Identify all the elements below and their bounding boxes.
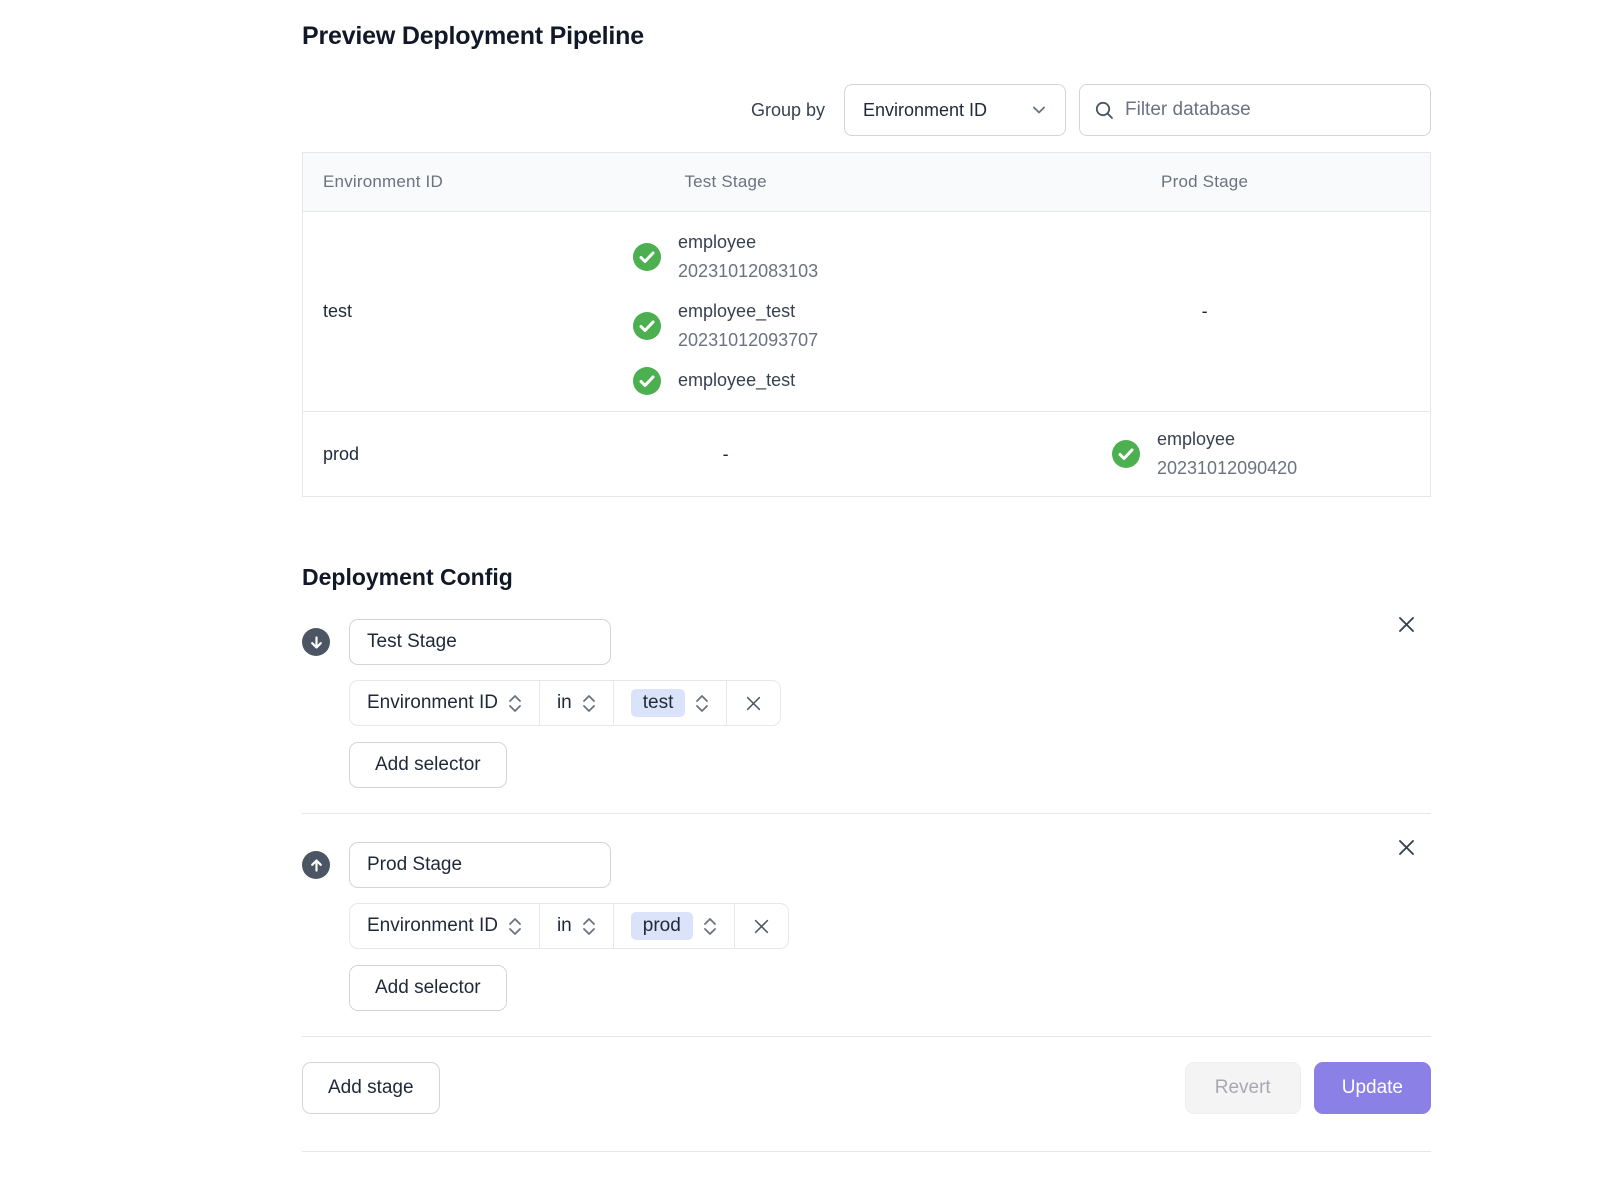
task-item[interactable]: employee_test bbox=[633, 366, 818, 395]
page-title: Preview Deployment Pipeline bbox=[302, 22, 1431, 51]
task-database-name: employee_test bbox=[678, 366, 795, 395]
selector-key-select[interactable]: Environment ID bbox=[350, 904, 539, 948]
selector-value-chip: test bbox=[631, 689, 686, 717]
task-item[interactable]: employee_test 20231012093707 bbox=[633, 297, 818, 355]
selector-value-select[interactable]: prod bbox=[613, 904, 734, 948]
test-stage-task-list: employee 20231012083103 employee_test 20… bbox=[633, 228, 818, 395]
search-icon bbox=[1094, 100, 1115, 121]
task-done-icon bbox=[1112, 440, 1140, 468]
section-title-deployment-config: Deployment Config bbox=[302, 564, 1431, 591]
label-selector: Environment ID in prod bbox=[349, 903, 789, 949]
close-icon bbox=[744, 694, 763, 713]
chevron-down-icon bbox=[1031, 102, 1047, 118]
close-icon bbox=[1396, 614, 1417, 635]
select-updown-icon bbox=[508, 695, 522, 712]
close-icon bbox=[752, 917, 771, 936]
filter-database-input[interactable] bbox=[1125, 99, 1416, 121]
task-done-icon bbox=[633, 312, 661, 340]
environment-name: prod bbox=[323, 444, 359, 465]
bottom-divider bbox=[302, 1151, 1431, 1152]
empty-cell-dash: - bbox=[723, 444, 729, 465]
main-content: Preview Deployment Pipeline Group by Env… bbox=[0, 0, 1600, 1152]
selector-operator-select[interactable]: in bbox=[539, 681, 613, 725]
revert-button[interactable]: Revert bbox=[1185, 1062, 1301, 1114]
pipeline-toolbar: Group by Environment ID bbox=[302, 84, 1431, 136]
arrow-down-circle-icon bbox=[302, 628, 330, 656]
group-by-label: Group by bbox=[751, 100, 825, 121]
select-updown-icon bbox=[582, 918, 596, 935]
stage-divider bbox=[302, 1036, 1431, 1037]
select-updown-icon bbox=[582, 695, 596, 712]
add-stage-button[interactable]: Add stage bbox=[302, 1062, 440, 1114]
column-header-test-stage: Test Stage bbox=[472, 153, 979, 211]
stage-name-input[interactable] bbox=[349, 619, 611, 665]
environment-name: test bbox=[323, 301, 352, 322]
add-selector-button[interactable]: Add selector bbox=[349, 742, 507, 788]
group-by-dropdown[interactable]: Environment ID bbox=[844, 84, 1066, 136]
update-button[interactable]: Update bbox=[1314, 1062, 1431, 1114]
pipeline-table-header: Environment ID Test Stage Prod Stage bbox=[303, 153, 1430, 212]
remove-stage-button[interactable] bbox=[1393, 834, 1419, 860]
task-done-icon bbox=[633, 367, 661, 395]
stage-config-prod: Environment ID in prod Add bbox=[302, 842, 1431, 1037]
column-header-environment: Environment ID bbox=[303, 153, 472, 211]
selector-value-chip: prod bbox=[631, 912, 693, 940]
task-item[interactable]: employee 20231012090420 bbox=[1112, 425, 1297, 483]
task-database-name: employee_test bbox=[678, 297, 818, 326]
table-row-test: test employee 20231012083103 employee bbox=[303, 212, 1430, 412]
task-version: 20231012090420 bbox=[1157, 454, 1297, 483]
close-icon bbox=[1396, 837, 1417, 858]
task-done-icon bbox=[633, 243, 661, 271]
task-version: 20231012083103 bbox=[678, 257, 818, 286]
select-updown-icon bbox=[703, 918, 717, 935]
label-selector: Environment ID in test bbox=[349, 680, 781, 726]
remove-stage-button[interactable] bbox=[1393, 611, 1419, 637]
selector-value-select[interactable]: test bbox=[613, 681, 727, 725]
group-by-value: Environment ID bbox=[863, 100, 987, 121]
footer-actions: Add stage Revert Update bbox=[302, 1062, 1431, 1114]
select-updown-icon bbox=[695, 695, 709, 712]
selector-operator-select[interactable]: in bbox=[539, 904, 613, 948]
selector-key-select[interactable]: Environment ID bbox=[350, 681, 539, 725]
prod-stage-task-list: employee 20231012090420 bbox=[1112, 425, 1297, 483]
column-header-prod-stage: Prod Stage bbox=[979, 153, 1430, 211]
task-version: 20231012093707 bbox=[678, 326, 818, 355]
task-database-name: employee bbox=[1157, 425, 1297, 454]
remove-selector-button[interactable] bbox=[726, 681, 780, 725]
add-selector-button[interactable]: Add selector bbox=[349, 965, 507, 1011]
stage-name-input[interactable] bbox=[349, 842, 611, 888]
pipeline-table: Environment ID Test Stage Prod Stage tes… bbox=[302, 152, 1431, 497]
task-database-name: employee bbox=[678, 228, 818, 257]
select-updown-icon bbox=[508, 918, 522, 935]
task-item[interactable]: employee 20231012083103 bbox=[633, 228, 818, 286]
table-row-prod: prod - employee 20231012090420 bbox=[303, 412, 1430, 496]
stage-config-test: Environment ID in test Add bbox=[302, 619, 1431, 814]
filter-database-searchbox[interactable] bbox=[1079, 84, 1431, 136]
empty-cell-dash: - bbox=[1202, 301, 1208, 322]
arrow-up-circle-icon bbox=[302, 851, 330, 879]
remove-selector-button[interactable] bbox=[734, 904, 788, 948]
stage-divider bbox=[302, 813, 1431, 814]
